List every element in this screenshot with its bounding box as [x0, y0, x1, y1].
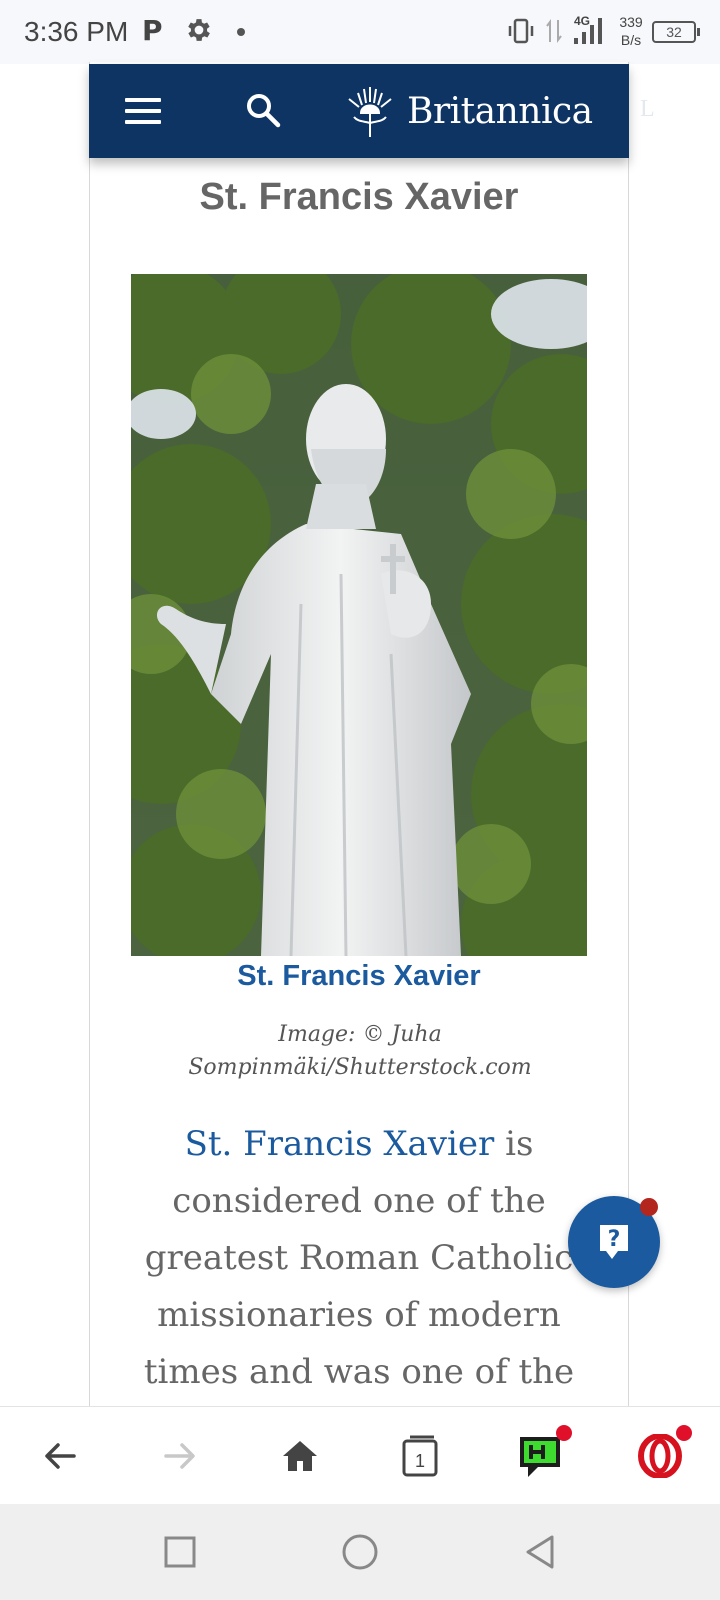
statue-image-illustration	[131, 274, 587, 956]
network-speed: 339 B/s	[619, 14, 643, 48]
article-body-text: is considered one of the greatest Roman …	[143, 1124, 575, 1392]
recents-square-icon	[164, 1536, 196, 1568]
thistle-logo-icon	[348, 87, 392, 137]
site-header: Britannica	[89, 64, 629, 158]
opera-badge	[676, 1425, 692, 1441]
back-triangle-icon	[526, 1535, 554, 1569]
tab-count: 1	[415, 1451, 425, 1471]
home-system-button[interactable]	[336, 1528, 384, 1576]
back-system-button[interactable]	[516, 1528, 564, 1576]
battery-icon: 32	[652, 21, 700, 43]
status-bar: 3:36 PM P 4G 339 B/s 32	[0, 0, 720, 64]
status-time: 3:36 PM	[24, 16, 129, 47]
battery-level: 32	[666, 24, 682, 40]
notification-dot-icon	[237, 28, 245, 36]
article-body: St. Francis Xavier is considered one of …	[120, 1116, 598, 1401]
opera-menu-button[interactable]	[620, 1407, 700, 1505]
tabs-button[interactable]: 1	[380, 1407, 460, 1505]
home-icon	[283, 1441, 317, 1471]
recents-button[interactable]	[156, 1528, 204, 1576]
parking-p-icon: P	[142, 14, 163, 47]
opera-icon	[638, 1434, 682, 1478]
page-title: St. Francis Xavier	[199, 176, 519, 218]
games-badge	[556, 1425, 572, 1441]
svg-text:?: ?	[608, 1227, 621, 1252]
home-button[interactable]	[260, 1407, 340, 1505]
help-notification-badge	[640, 1198, 658, 1216]
game-icon	[520, 1437, 560, 1477]
image-caption-title[interactable]: St. Francis Xavier	[89, 960, 629, 993]
system-navigation-bar	[0, 1504, 720, 1600]
statue-photo[interactable]	[131, 274, 587, 956]
vibrate-icon	[508, 18, 534, 44]
hamburger-menu-icon[interactable]	[125, 98, 161, 124]
games-button[interactable]	[500, 1407, 580, 1505]
question-mark-icon: ?	[600, 1225, 628, 1259]
forward-arrow-icon	[164, 1443, 195, 1469]
data-arrows-icon	[546, 19, 562, 43]
back-arrow-icon	[45, 1443, 76, 1469]
forward-button[interactable]	[140, 1407, 220, 1505]
back-button[interactable]	[20, 1407, 100, 1505]
article-subject-link[interactable]: St. Francis Xavier	[185, 1124, 495, 1164]
header-overflow-letter: L	[640, 96, 655, 122]
britannica-logo[interactable]: Britannica	[341, 78, 593, 144]
image-credit: Image: © Juha Sompinmäki/Shutterstock.co…	[188, 1022, 532, 1080]
network-type: 4G	[574, 14, 591, 28]
settings-gear-icon	[188, 19, 210, 41]
brand-name: Britannica	[407, 90, 593, 132]
tabs-icon: 1	[402, 1435, 438, 1477]
search-icon[interactable]	[245, 92, 281, 128]
browser-toolbar: 1	[0, 1406, 720, 1504]
home-circle-icon	[342, 1534, 378, 1570]
